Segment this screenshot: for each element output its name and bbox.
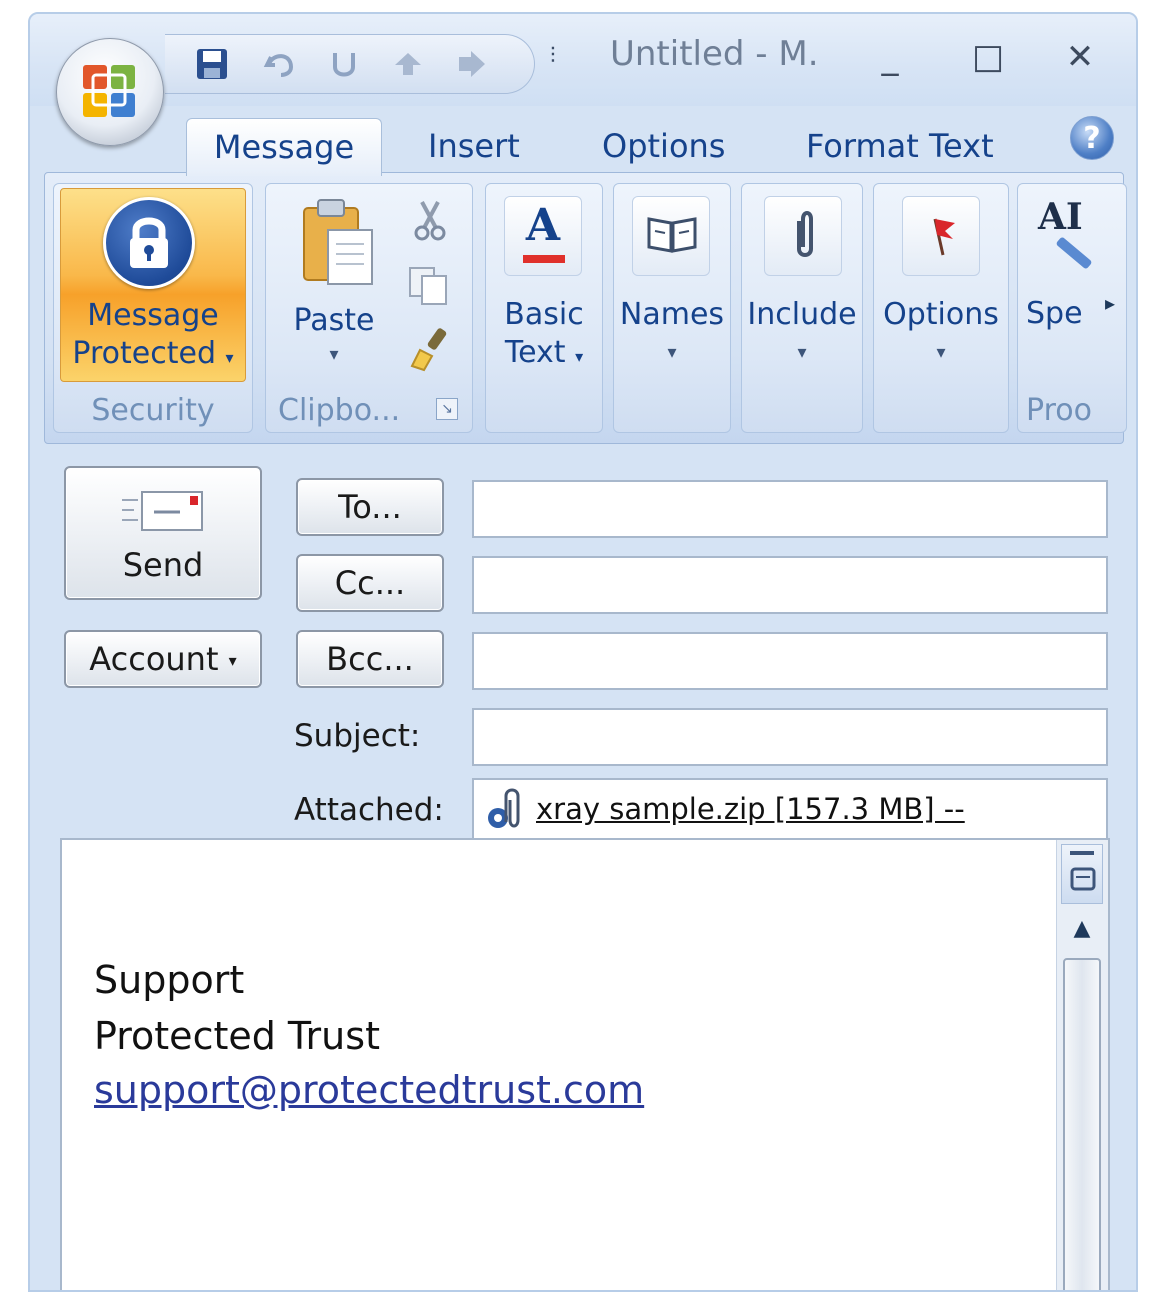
message-protected-line2: Protected ▾ [61,335,245,377]
message-protected-label: Protected [72,336,216,371]
paperclip-icon [764,196,842,276]
paste-label: Paste [293,303,375,338]
ruler-toggle-icon[interactable] [1061,844,1103,904]
basic-text-line2: Text ▾ [486,334,602,376]
save-icon[interactable] [195,47,229,81]
office-logo-icon [83,65,135,117]
send-envelope-icon [122,491,203,531]
account-button[interactable]: Account ▾ [64,630,262,688]
maximize-button[interactable]: □ [958,32,1018,82]
attachments-field[interactable]: xray sample.zip [157.3 MB] -- [472,778,1108,840]
options-dropdown-icon: ▾ [936,342,946,363]
security-group-label: Security [91,393,215,428]
security-group: Message Protected ▾ Security [53,183,253,433]
font-color-letter: A [525,200,561,251]
ribbon-scroll-right-icon[interactable]: ▸ [1105,291,1115,315]
customize-quick-access-icon[interactable]: ⫶ [550,44,572,72]
dropdown-arrow-icon: ▾ [228,651,237,670]
message-protected-line1: Message [87,298,219,333]
send-label: Send [122,546,204,584]
previous-item-icon[interactable] [391,47,425,81]
include-dropdown-icon: ▾ [797,342,807,363]
tab-insert[interactable]: Insert [428,118,520,176]
help-icon[interactable]: ? [1070,116,1114,160]
signature-line-support: Support [94,958,245,1002]
message-body[interactable]: Support Protected Trust support@protecte… [60,838,1110,1290]
attachment-link[interactable]: xray sample.zip [157.3 MB] -- [536,792,965,826]
vertical-scrollbar[interactable]: ▲ [1056,840,1108,1290]
paste-button[interactable]: Paste ▾ [274,188,394,368]
lock-icon [103,197,195,289]
dropdown-arrow-icon: ▾ [575,347,584,366]
names-group[interactable]: Names ▾ [613,183,731,433]
spelling-icon: AI [1038,196,1083,238]
next-item-icon[interactable] [455,47,489,81]
options-group[interactable]: Options ▾ [873,183,1009,433]
attached-label: Attached: [294,792,444,828]
tab-options[interactable]: Options [602,118,725,176]
include-label: Include [747,297,857,332]
redo-icon[interactable] [327,47,361,81]
close-button[interactable]: ✕ [1050,32,1110,82]
compose-window: ⫶ Untitled - M. _ □ ✕ Message Insert Opt… [28,12,1138,1292]
to-field[interactable] [472,480,1108,538]
scroll-thumb[interactable] [1063,958,1101,1290]
subject-label: Subject: [294,718,421,754]
font-color-icon: A [504,196,582,276]
cc-field[interactable] [472,556,1108,614]
signature-email-link[interactable]: support@protectedtrust.com [94,1068,644,1112]
options-label: Options [883,297,999,332]
ribbon: Message Protected ▾ Security Paste ▾ Cli… [44,172,1127,444]
names-label: Names [619,297,725,332]
bcc-button[interactable]: Bcc... [296,630,444,688]
clipboard-group: Paste ▾ Clipbo... ↘ [265,183,473,433]
send-button[interactable]: Send [64,466,262,600]
attachment-icon [488,788,520,828]
minimize-button[interactable]: _ [860,32,920,82]
follow-up-flag-icon [902,196,980,276]
signature-line-company: Protected Trust [94,1014,380,1058]
spelling-pen-icon [1055,236,1093,270]
dropdown-arrow-icon: ▾ [225,348,234,367]
paste-icon [303,199,373,285]
basic-text-label: Text [504,335,566,370]
to-button[interactable]: To... [296,478,444,536]
office-button[interactable] [56,38,164,146]
scroll-up-icon[interactable]: ▲ [1061,916,1103,952]
bcc-field[interactable] [472,632,1108,690]
title-bar: ⫶ Untitled - M. _ □ ✕ [30,14,1136,106]
spelling-button[interactable]: Spe [1026,296,1083,331]
paste-dropdown-icon: ▾ [329,344,339,365]
message-protected-button[interactable]: Message Protected ▾ [60,188,246,382]
cut-icon[interactable] [412,200,448,246]
undo-icon[interactable] [263,47,297,81]
message-header-form: Send Account ▾ To... Cc... Bcc... Subjec… [44,446,1124,846]
format-painter-icon[interactable] [406,326,454,376]
dialog-launcher-icon[interactable]: ↘ [436,398,458,420]
cc-button[interactable]: Cc... [296,554,444,612]
ribbon-tabs: Message Insert Options Format Text ? [30,106,1136,176]
font-color-bar [523,255,565,263]
basic-text-line1: Basic [504,297,584,332]
include-group[interactable]: Include ▾ [741,183,863,433]
subject-field[interactable] [472,708,1108,766]
window-title: Untitled - M. [610,34,819,74]
address-book-icon [632,196,710,276]
tab-format-text[interactable]: Format Text [806,118,994,176]
tab-message[interactable]: Message [186,118,382,176]
account-label: Account [89,640,219,678]
basic-text-group[interactable]: A Basic Text ▾ [485,183,603,433]
copy-icon[interactable] [408,266,450,310]
quick-access-toolbar [165,34,535,94]
proofing-group-label: Proo [1026,393,1092,428]
names-dropdown-icon: ▾ [667,342,677,363]
